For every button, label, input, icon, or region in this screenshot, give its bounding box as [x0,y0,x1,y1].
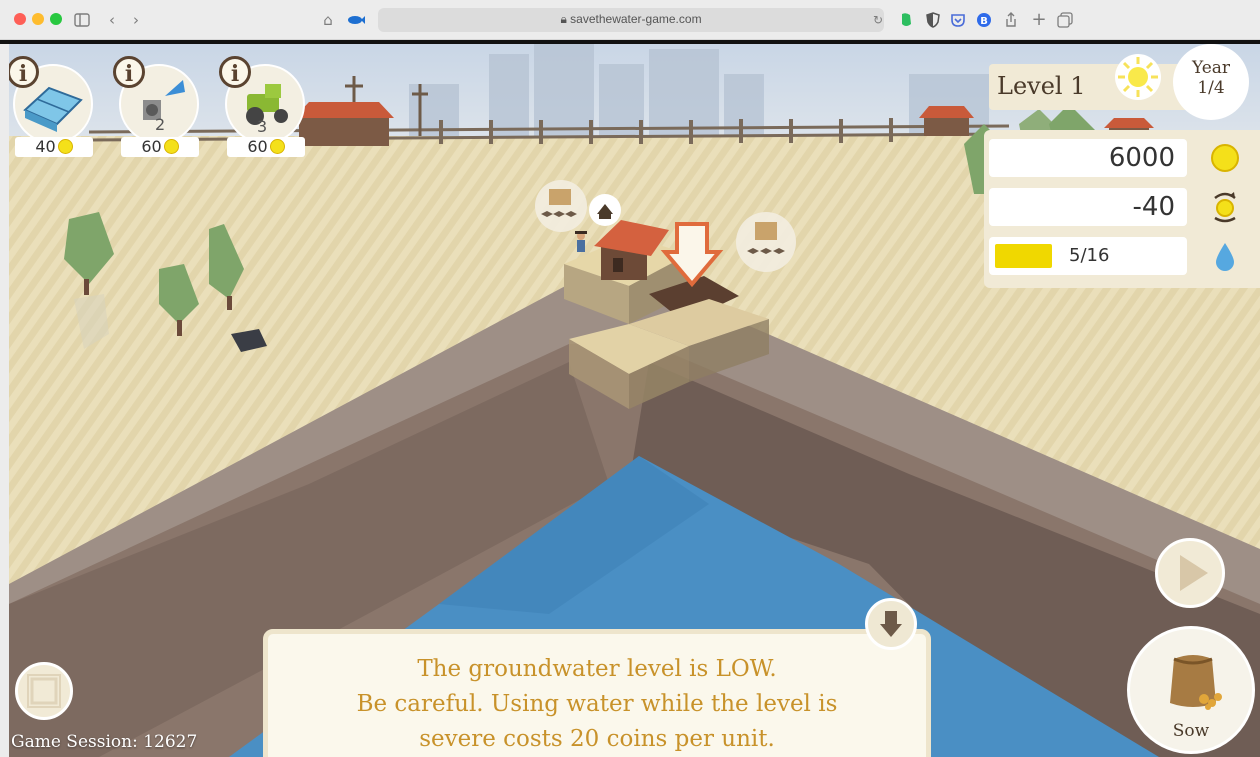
water-value: 5/16 [1069,245,1110,266]
coin-icon [57,139,73,154]
lock-icon: 🔒︎ [560,12,567,26]
coin-icon [269,139,285,154]
house-marker-icon [589,194,621,226]
info-button[interactable]: i [113,56,145,88]
forward-icon[interactable]: › [128,8,144,32]
field-icon-1 [535,180,587,232]
tabs-overview-icon[interactable] [1056,8,1074,32]
upgrade-price: 40 [35,137,56,156]
arrow-down-icon [880,611,902,637]
home-icon[interactable]: ⌂ [318,8,338,32]
sow-button[interactable]: Sow [1127,626,1255,754]
svg-text:B: B [980,16,988,27]
water-drop-icon [1216,243,1234,271]
back-icon[interactable]: ‹ [104,8,120,32]
water-level-bar [995,244,1052,268]
url-text: savethewater-game.com [570,12,702,26]
message-line: Be careful. Using water while the level … [356,691,838,717]
game-session-label: Game Session: 12627 [11,732,198,752]
browser-toolbar: ‹ › ⌂ 🔒︎ savethewater-game.com ↻ B + [0,0,1260,40]
play-icon [1180,555,1208,591]
year-indicator: Year 1/4 [1173,44,1249,120]
upgrade-greenhouse[interactable]: i 40 [9,56,93,160]
reload-icon[interactable]: ↻ [870,8,886,32]
background-house-left [294,102,394,146]
field-icon-2 [736,212,796,272]
message-line: The groundwater level is LOW. [417,656,777,682]
svg-text:2: 2 [155,115,165,134]
shield-icon[interactable] [924,8,942,32]
level-label: Level 1 [997,72,1086,100]
coin-change-display: -40 [989,188,1187,226]
evernote-icon[interactable] [897,8,915,32]
share-icon[interactable] [1002,8,1020,32]
year-value: 1/4 [1197,78,1225,98]
collapse-message-button[interactable] [865,598,917,650]
coin-icon [1211,144,1239,172]
water-display: 5/16 [989,237,1187,275]
year-label: Year [1191,58,1231,78]
play-button[interactable] [1155,538,1225,608]
game-canvas[interactable]: i 40 2 i 60 3 i 60 Level 1 Year 1/4 6000… [9,44,1260,757]
upgrade-irrigation[interactable]: 2 i 60 [113,56,199,160]
zoom-window-button[interactable] [50,13,62,25]
groundwater-message: The groundwater level is LOW. Be careful… [263,629,931,757]
seed-sack-icon [1170,655,1222,710]
coins-display: 6000 [989,139,1187,177]
extension-icon[interactable]: B [975,8,993,32]
sow-label: Sow [1172,721,1210,741]
coins-value: 6000 [1108,143,1175,173]
close-window-button[interactable] [14,13,26,25]
message-line: severe costs 20 coins per unit. [419,726,775,752]
upgrade-tractor[interactable]: 3 i 60 [219,56,305,160]
svg-text:3: 3 [257,117,267,136]
upgrade-price: 60 [247,137,268,156]
coin-change-value: -40 [1132,192,1175,222]
sidebar-icon[interactable] [72,8,92,32]
weather-sun-icon [1115,54,1161,100]
fish-icon[interactable] [346,8,366,32]
address-bar[interactable]: 🔒︎ savethewater-game.com [378,8,884,32]
fullscreen-icon [27,674,61,708]
fullscreen-button[interactable] [15,662,73,720]
minimize-window-button[interactable] [32,13,44,25]
info-button[interactable]: i [219,56,251,88]
new-tab-icon[interactable]: + [1030,8,1048,32]
upgrade-price: 60 [141,137,162,156]
coin-icon [163,139,179,154]
coin-cycle-icon [1214,192,1236,223]
pocket-icon[interactable] [949,8,967,32]
